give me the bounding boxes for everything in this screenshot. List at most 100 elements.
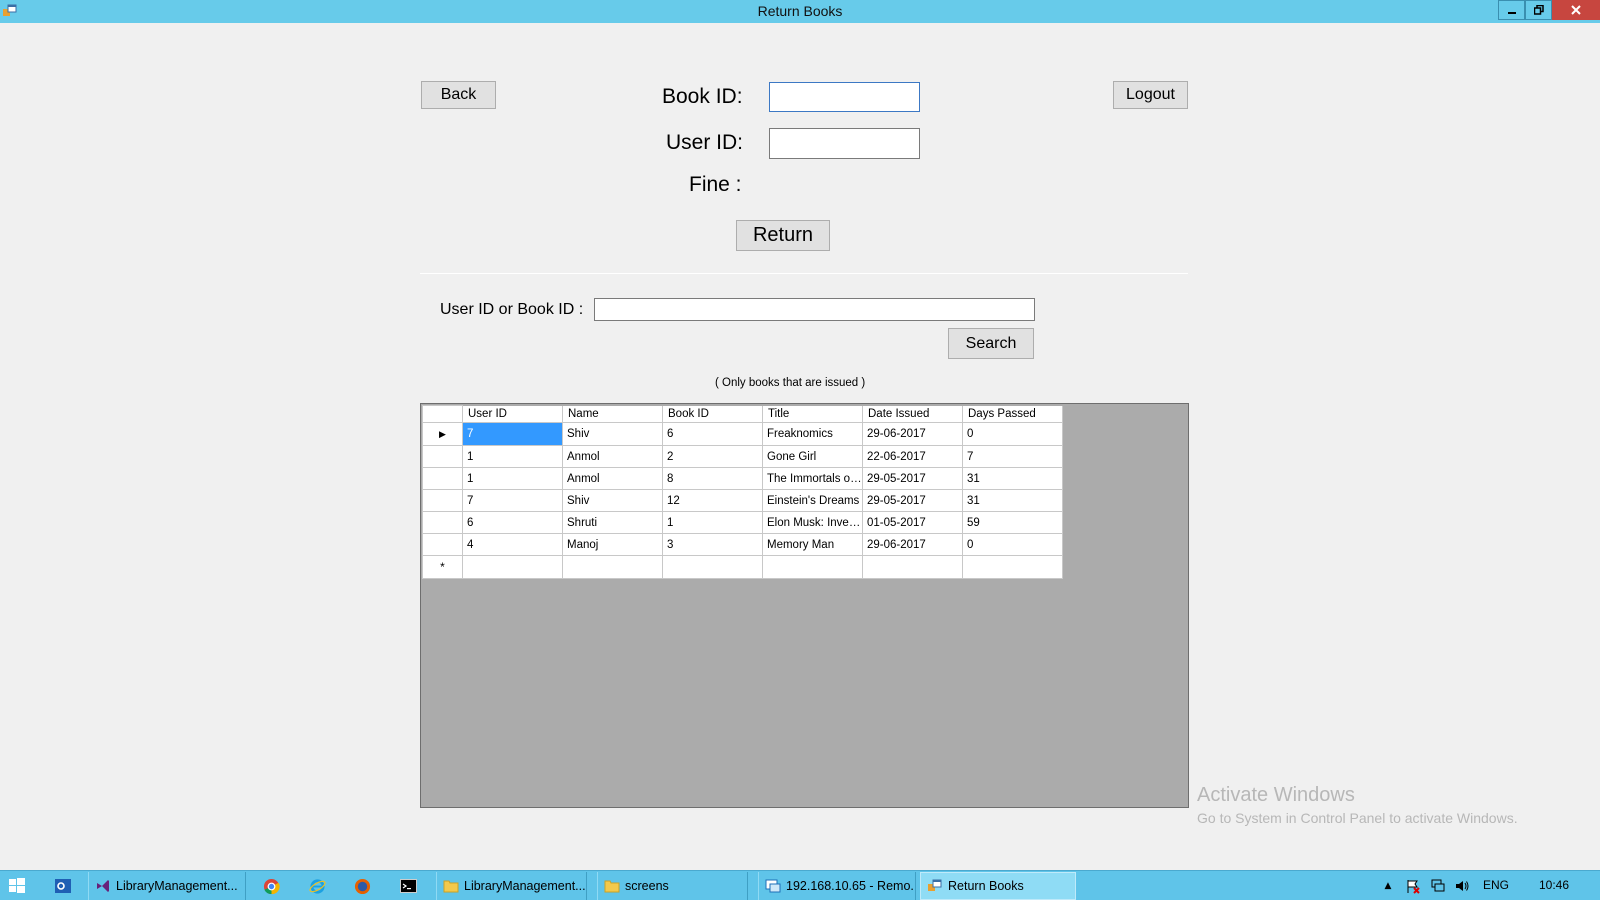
back-button[interactable]: Back — [421, 81, 496, 109]
table-cell[interactable]: 2 — [662, 445, 763, 468]
close-button[interactable] — [1552, 0, 1600, 20]
column-header-days-passed[interactable]: Days Passed — [962, 405, 1063, 423]
grid-corner[interactable] — [422, 405, 463, 423]
action-center-flag-icon[interactable] — [1403, 876, 1423, 896]
chrome-glyph — [263, 878, 280, 894]
taskbar-item-remote-desktop[interactable]: 192.168.10.65 - Remo... — [758, 872, 916, 900]
restore-button[interactable] — [1525, 0, 1552, 20]
table-cell[interactable]: Gone Girl — [762, 445, 863, 468]
taskbar-item-screens[interactable]: screens — [597, 872, 748, 900]
return-button[interactable]: Return — [736, 220, 830, 251]
column-header-book-id[interactable]: Book ID — [662, 405, 763, 423]
row-header[interactable] — [422, 467, 463, 490]
table-cell[interactable]: 6 — [662, 422, 763, 446]
table-cell[interactable]: 29-06-2017 — [862, 422, 963, 446]
table-cell[interactable]: 29-05-2017 — [862, 489, 963, 512]
table-cell[interactable]: 6 — [462, 511, 563, 534]
table-cell[interactable]: 1 — [662, 511, 763, 534]
table-row[interactable]: 6 Shruti 1 Elon Musk: Inven... 01-05-201… — [422, 511, 1063, 534]
table-row[interactable]: 1 Anmol 2 Gone Girl 22-06-2017 7 — [422, 445, 1063, 468]
logout-button[interactable]: Logout — [1113, 81, 1188, 109]
row-header[interactable]: ▶ — [422, 422, 463, 446]
table-cell[interactable]: 0 — [962, 422, 1063, 446]
new-row[interactable]: * — [422, 555, 1063, 579]
table-cell[interactable]: 4 — [462, 533, 563, 556]
table-row[interactable]: 7 Shiv 12 Einstein's Dreams 29-05-2017 3… — [422, 489, 1063, 512]
column-header-name[interactable]: Name — [562, 405, 663, 423]
table-row[interactable]: 4 Manoj 3 Memory Man 29-06-2017 0 — [422, 533, 1063, 556]
table-cell[interactable]: Memory Man — [762, 533, 863, 556]
column-header-title[interactable]: Title — [762, 405, 863, 423]
command-prompt-icon[interactable] — [398, 876, 418, 896]
ie-glyph — [308, 878, 326, 894]
column-header-date-issued[interactable]: Date Issued — [862, 405, 963, 423]
taskbar-item-explorer-library[interactable]: LibraryManagement... — [436, 872, 587, 900]
table-cell[interactable]: 31 — [962, 489, 1063, 512]
windows-start-icon[interactable] — [8, 877, 26, 895]
volume-icon[interactable] — [1452, 876, 1472, 896]
table-cell[interactable]: Shiv — [562, 489, 663, 512]
table-cell[interactable]: Anmol — [562, 467, 663, 490]
taskbar-item-label: 192.168.10.65 - Remo... — [786, 879, 916, 893]
minimize-button[interactable] — [1498, 0, 1525, 20]
cmd-glyph — [399, 879, 417, 893]
taskbar-item-label: LibraryManagement... — [116, 879, 238, 893]
show-hidden-icons-icon[interactable]: ▲ — [1378, 876, 1398, 896]
row-header[interactable]: * — [422, 555, 463, 579]
table-cell[interactable] — [462, 555, 563, 579]
table-cell[interactable]: 7 — [962, 445, 1063, 468]
table-cell[interactable]: 01-05-2017 — [862, 511, 963, 534]
table-cell[interactable]: Manoj — [562, 533, 663, 556]
taskbar-item-visual-studio[interactable]: LibraryManagement... — [88, 872, 246, 900]
table-row[interactable]: ▶ 7 Shiv 6 Freaknomics 29-06-2017 0 — [422, 422, 1063, 446]
search-button[interactable]: Search — [948, 328, 1034, 359]
firefox-icon[interactable] — [352, 876, 372, 896]
table-cell[interactable]: Shruti — [562, 511, 663, 534]
table-cell[interactable] — [662, 555, 763, 579]
book-id-input[interactable] — [769, 82, 920, 112]
taskbar-item-return-books[interactable]: Return Books — [920, 872, 1076, 900]
table-cell[interactable]: 7 — [462, 422, 563, 446]
table-cell[interactable]: Anmol — [562, 445, 663, 468]
outlook-icon[interactable] — [53, 876, 73, 896]
table-cell[interactable]: 0 — [962, 533, 1063, 556]
table-cell[interactable]: 29-05-2017 — [862, 467, 963, 490]
table-row[interactable]: 1 Anmol 8 The Immortals of ... 29-05-201… — [422, 467, 1063, 490]
table-cell[interactable] — [862, 555, 963, 579]
column-header-user-id[interactable]: User ID — [462, 405, 563, 423]
table-cell[interactable] — [962, 555, 1063, 579]
search-label: User ID or Book ID : — [440, 301, 584, 318]
taskbar: LibraryManagement... LibraryManagement..… — [0, 870, 1600, 900]
table-cell[interactable]: 7 — [462, 489, 563, 512]
row-header[interactable] — [422, 533, 463, 556]
input-language[interactable]: ENG — [1483, 878, 1509, 892]
search-input[interactable] — [594, 298, 1035, 321]
table-cell[interactable] — [762, 555, 863, 579]
row-header[interactable] — [422, 445, 463, 468]
table-cell[interactable] — [562, 555, 663, 579]
clock[interactable]: 10:46 — [1539, 878, 1569, 892]
chrome-icon[interactable] — [261, 876, 281, 896]
row-header[interactable] — [422, 511, 463, 534]
table-cell[interactable]: 12 — [662, 489, 763, 512]
table-cell[interactable]: Einstein's Dreams — [762, 489, 863, 512]
divider — [420, 273, 1188, 274]
table-cell[interactable]: 29-06-2017 — [862, 533, 963, 556]
issued-books-grid[interactable]: User ID Name Book ID Title Date Issued D… — [420, 403, 1189, 808]
internet-explorer-icon[interactable] — [307, 876, 327, 896]
table-cell[interactable]: 31 — [962, 467, 1063, 490]
taskbar-item-label: Return Books — [948, 879, 1024, 893]
table-cell[interactable]: 22-06-2017 — [862, 445, 963, 468]
table-cell[interactable]: The Immortals of ... — [762, 467, 863, 490]
table-cell[interactable]: 1 — [462, 445, 563, 468]
table-cell[interactable]: 59 — [962, 511, 1063, 534]
row-header[interactable] — [422, 489, 463, 512]
table-cell[interactable]: 8 — [662, 467, 763, 490]
table-cell[interactable]: Elon Musk: Inven... — [762, 511, 863, 534]
table-cell[interactable]: 1 — [462, 467, 563, 490]
user-id-input[interactable] — [769, 128, 920, 159]
network-icon[interactable] — [1428, 876, 1448, 896]
table-cell[interactable]: 3 — [662, 533, 763, 556]
table-cell[interactable]: Shiv — [562, 422, 663, 446]
table-cell[interactable]: Freaknomics — [762, 422, 863, 446]
